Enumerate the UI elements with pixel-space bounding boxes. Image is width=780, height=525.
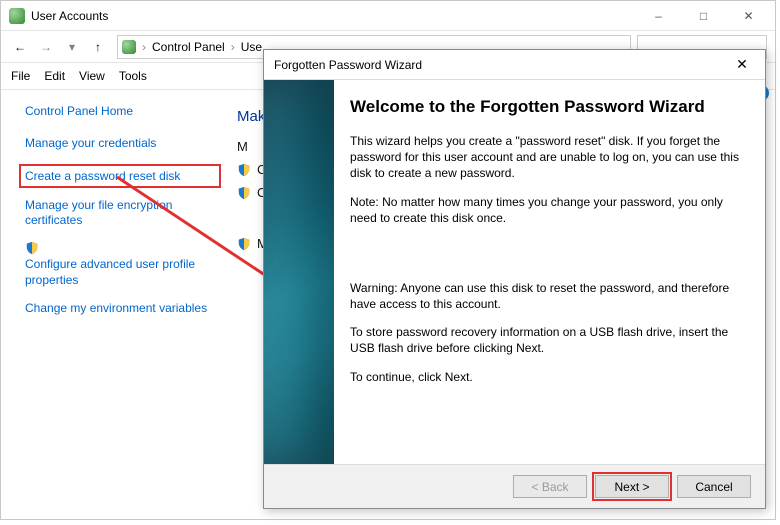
user-accounts-icon <box>9 8 25 24</box>
maximize-button[interactable]: □ <box>681 2 726 30</box>
back-button[interactable]: ← <box>7 34 33 60</box>
up-button[interactable]: ↑ <box>85 34 111 60</box>
wizard-paragraph: This wizard helps you create a "password… <box>350 133 745 182</box>
breadcrumb-sep: › <box>140 40 148 54</box>
shield-icon <box>25 241 39 255</box>
wizard-titlebar: Forgotten Password Wizard ✕ <box>264 50 765 80</box>
wizard-paragraph: Note: No matter how many times you chang… <box>350 194 745 226</box>
side-panel: Control Panel Home Manage your credentia… <box>1 90 231 518</box>
wizard-body: Welcome to the Forgotten Password Wizard… <box>264 80 765 464</box>
cancel-button[interactable]: Cancel <box>677 475 751 498</box>
sidebar-highlight: Create a password reset disk <box>19 164 221 188</box>
menu-edit[interactable]: Edit <box>44 69 65 83</box>
sidebar-item-env-vars[interactable]: Change my environment variables <box>25 301 221 317</box>
back-button: < Back <box>513 475 587 498</box>
wizard-heading: Welcome to the Forgotten Password Wizard <box>350 96 745 119</box>
forward-button[interactable]: → <box>33 34 59 60</box>
sidebar-item-advanced-profile[interactable]: Configure advanced user profile properti… <box>25 257 221 288</box>
forgotten-password-wizard: Forgotten Password Wizard ✕ Welcome to t… <box>263 49 766 509</box>
wizard-paragraph: To store password recovery information o… <box>350 324 745 356</box>
window-title: User Accounts <box>31 9 108 23</box>
control-panel-home-link[interactable]: Control Panel Home <box>25 104 221 118</box>
wizard-paragraph: To continue, click Next. <box>350 369 745 385</box>
wizard-side-banner <box>264 80 334 464</box>
wizard-paragraph: Warning: Anyone can use this disk to res… <box>350 280 745 312</box>
sidebar-item-encryption[interactable]: Manage your file encryption certificates <box>25 198 221 229</box>
option-label[interactable]: M <box>237 139 248 154</box>
address-icon <box>122 40 136 54</box>
minimize-button[interactable]: – <box>636 2 681 30</box>
recent-dropdown[interactable]: ▾ <box>59 34 85 60</box>
close-button[interactable]: ✕ <box>726 2 771 30</box>
wizard-content: Welcome to the Forgotten Password Wizard… <box>334 80 765 464</box>
sidebar-item-reset-disk[interactable]: Create a password reset disk <box>25 169 215 183</box>
shield-icon <box>237 186 251 200</box>
wizard-button-row: < Back Next > Cancel <box>264 464 765 508</box>
wizard-close-button[interactable]: ✕ <box>725 52 759 78</box>
titlebar: User Accounts – □ ✕ <box>1 1 775 31</box>
next-button[interactable]: Next > <box>595 475 669 498</box>
shield-icon <box>237 163 251 177</box>
menu-view[interactable]: View <box>79 69 105 83</box>
shield-icon <box>237 237 251 251</box>
sidebar-item-credentials[interactable]: Manage your credentials <box>25 136 221 152</box>
breadcrumb-sep: › <box>229 40 237 54</box>
wizard-title: Forgotten Password Wizard <box>274 58 422 72</box>
menu-file[interactable]: File <box>11 69 30 83</box>
menu-tools[interactable]: Tools <box>119 69 147 83</box>
breadcrumb-item[interactable]: Control Panel <box>148 40 229 54</box>
